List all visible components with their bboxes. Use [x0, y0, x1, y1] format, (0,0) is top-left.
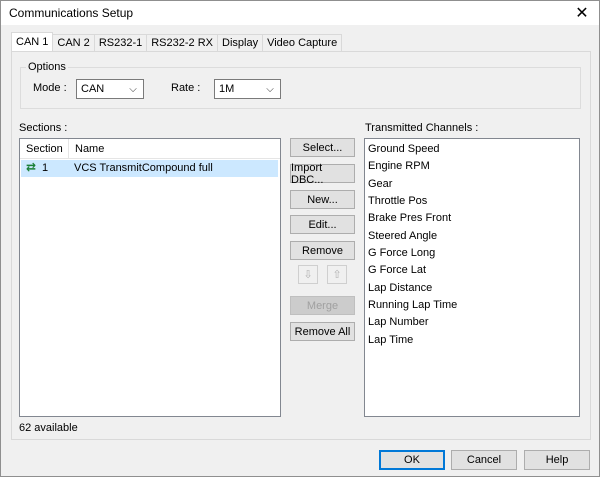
merge-button[interactable]: Merge — [290, 296, 355, 315]
mode-value: CAN — [81, 83, 105, 95]
table-row[interactable]: ⇄ 1 VCS TransmitCompound full — [21, 160, 278, 177]
list-item[interactable]: Throttle Pos — [368, 195, 427, 207]
list-item[interactable]: Gear — [368, 178, 392, 190]
list-item[interactable]: Brake Pres Front — [368, 212, 451, 224]
tab-rs232-1[interactable]: RS232-1 — [93, 34, 148, 52]
row-name: VCS TransmitCompound full — [74, 162, 213, 174]
list-item[interactable]: Ground Speed — [368, 143, 440, 155]
move-down-icon[interactable]: ⇩ — [298, 265, 318, 284]
communications-setup-window: Communications Setup ✕ CAN 1 CAN 2 RS232… — [0, 0, 600, 477]
list-item[interactable]: Lap Time — [368, 334, 413, 346]
list-item[interactable]: Engine RPM — [368, 160, 430, 172]
tab-strip: CAN 1 CAN 2 RS232-1 RS232-2 RX Display V… — [11, 32, 343, 52]
tab-rs232-2-rx[interactable]: RS232-2 RX — [146, 34, 218, 52]
ok-button[interactable]: OK — [379, 450, 445, 470]
move-up-icon[interactable]: ⇧ — [327, 265, 347, 284]
sections-listview[interactable]: Section Name ⇄ 1 VCS TransmitCompound fu… — [19, 138, 281, 417]
close-icon[interactable]: ✕ — [565, 1, 599, 25]
new-button[interactable]: New... — [290, 190, 355, 209]
window-title: Communications Setup — [9, 6, 134, 20]
tab-video-capture[interactable]: Video Capture — [262, 34, 343, 52]
select-button[interactable]: Select... — [290, 138, 355, 157]
chevron-down-icon: ⌵ — [266, 83, 274, 95]
sections-header: Section Name — [20, 139, 280, 159]
list-item[interactable]: G Force Long — [368, 247, 435, 259]
transmitted-channels-list[interactable]: Ground Speed Engine RPM Gear Throttle Po… — [364, 138, 580, 417]
options-legend: Options — [26, 61, 68, 73]
column-header-section[interactable]: Section — [20, 139, 69, 159]
tab-display[interactable]: Display — [217, 34, 264, 52]
help-button[interactable]: Help — [524, 450, 590, 470]
chevron-down-icon: ⌵ — [129, 83, 137, 95]
transmitted-channels-label: Transmitted Channels : — [365, 122, 479, 134]
remove-all-button[interactable]: Remove All — [290, 322, 355, 341]
row-section: 1 — [42, 162, 49, 174]
tab-can-1[interactable]: CAN 1 — [11, 32, 54, 52]
list-item[interactable]: Running Lap Time — [368, 299, 457, 311]
transmit-arrows-icon: ⇄ — [26, 160, 37, 174]
rate-value: 1M — [219, 83, 235, 95]
column-header-name[interactable]: Name — [69, 139, 280, 159]
title-bar: Communications Setup ✕ — [1, 1, 599, 25]
remove-button[interactable]: Remove — [290, 241, 355, 260]
available-count: 62 available — [19, 422, 78, 434]
rate-select[interactable]: 1M ⌵ — [214, 79, 281, 99]
list-item[interactable]: Steered Angle — [368, 230, 437, 242]
mode-select[interactable]: CAN ⌵ — [76, 79, 144, 99]
import-dbc-button[interactable]: Import DBC... — [290, 162, 355, 186]
list-item[interactable]: Lap Number — [368, 316, 429, 328]
mode-label: Mode : — [33, 82, 67, 94]
tab-can-2[interactable]: CAN 2 — [52, 34, 95, 52]
cancel-button[interactable]: Cancel — [451, 450, 517, 470]
list-item[interactable]: Lap Distance — [368, 282, 432, 294]
rate-label: Rate : — [171, 82, 201, 94]
list-item[interactable]: G Force Lat — [368, 264, 426, 276]
edit-button[interactable]: Edit... — [290, 215, 355, 234]
sections-label: Sections : — [19, 122, 68, 134]
